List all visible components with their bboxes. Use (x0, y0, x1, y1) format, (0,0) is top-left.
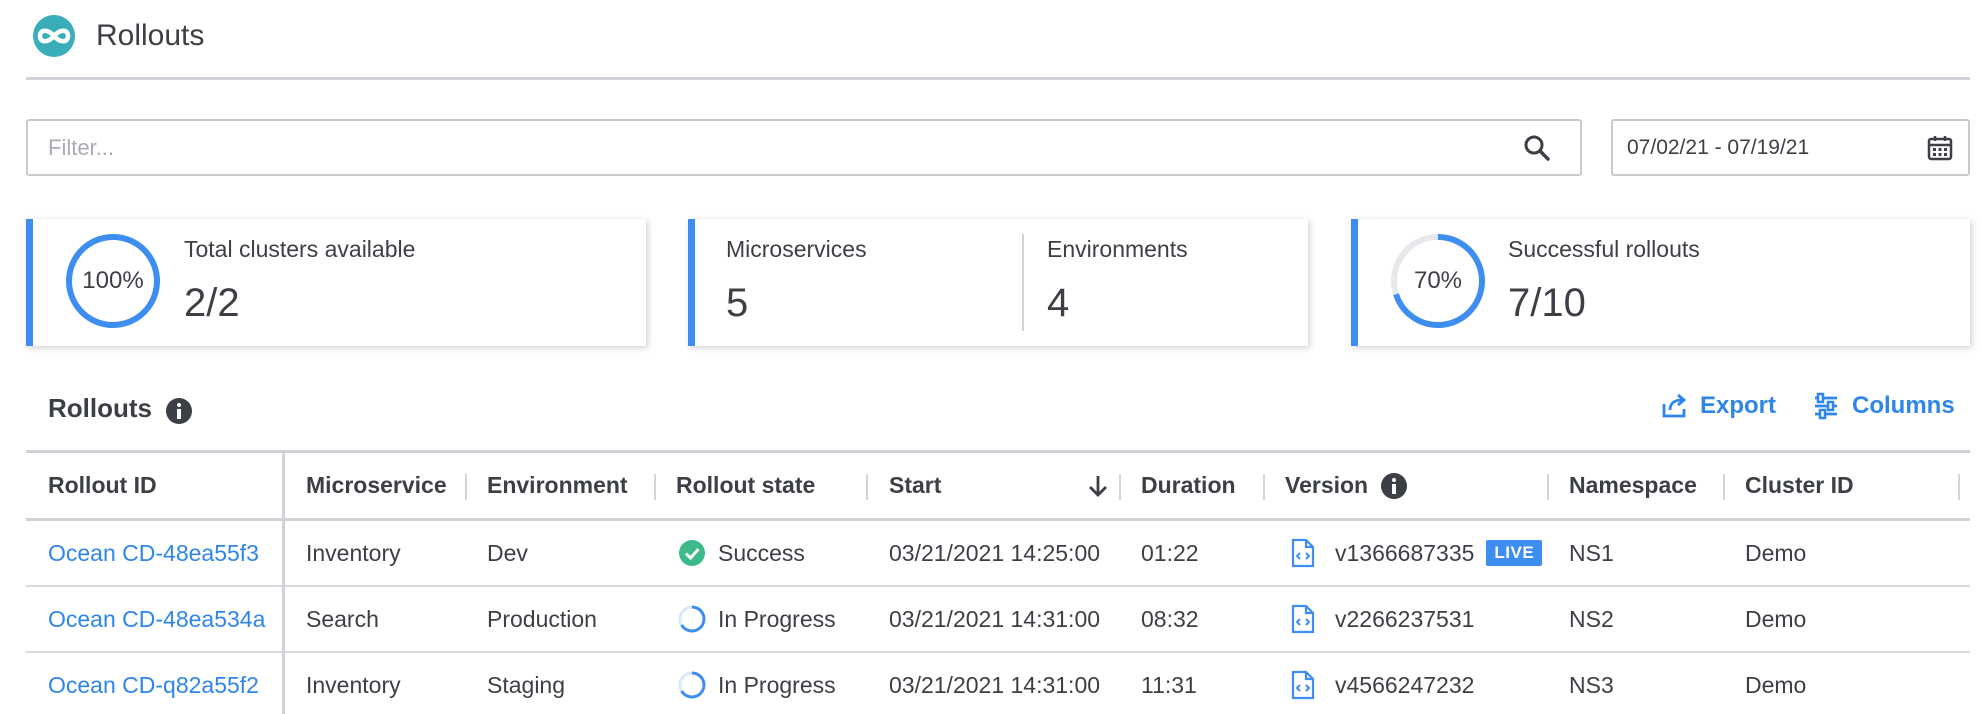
code-file-icon (1291, 538, 1315, 568)
column-separator[interactable] (1723, 474, 1725, 500)
environments-label: Environments (1047, 236, 1188, 262)
filter-box[interactable] (26, 119, 1582, 176)
table-row[interactable]: Ocean CD-48ea55f3 Inventory Dev Success … (26, 521, 1970, 587)
date-range-picker[interactable]: 07/02/21 - 07/19/21 (1611, 119, 1970, 176)
rollout-id-link[interactable]: Ocean CD-48ea55f3 (48, 521, 259, 585)
rollouts-value: 7/10 (1508, 281, 1586, 325)
duration-cell: 01:22 (1141, 539, 1199, 566)
calendar-icon[interactable] (1926, 134, 1954, 162)
microservice-cell: Search (306, 605, 379, 632)
microservices-value: 5 (726, 281, 749, 325)
columns-label: Columns (1852, 392, 1955, 419)
column-header-version-label: Version (1285, 472, 1369, 498)
rollouts-percent: 70% (1413, 267, 1463, 294)
live-badge: LIVE (1486, 540, 1543, 566)
cluster-cell: Demo (1745, 671, 1807, 698)
version-cell: v1366687335 LIVE (1291, 521, 1543, 585)
version-cell: v2266237531 (1291, 587, 1474, 651)
column-header-environment[interactable]: Environment (487, 453, 628, 518)
date-range-value[interactable]: 07/02/21 - 07/19/21 (1627, 136, 1926, 160)
rollout-state-label: In Progress (718, 671, 836, 698)
version-label: v1366687335 (1335, 539, 1475, 566)
clusters-label: Total clusters available (184, 236, 416, 262)
column-header-duration[interactable]: Duration (1141, 453, 1236, 518)
duration-cell: 08:32 (1141, 605, 1199, 632)
version-label: v2266237531 (1335, 605, 1475, 632)
sort-descending-icon[interactable] (1086, 473, 1110, 499)
cluster-cell: Demo (1745, 605, 1807, 632)
column-separator[interactable] (1263, 474, 1265, 500)
column-separator[interactable] (654, 474, 656, 500)
columns-button[interactable]: Columns (1812, 392, 1955, 420)
start-cell: 03/21/2021 14:31:00 (889, 605, 1101, 632)
column-separator[interactable] (465, 474, 467, 500)
code-file-icon (1291, 604, 1315, 634)
services-card: Microservices 5 Environments 4 (688, 219, 1308, 346)
section-title: Rollouts (48, 393, 152, 423)
column-separator[interactable] (866, 474, 868, 500)
table-row[interactable]: Ocean CD-48ea534a Search Production In P… (26, 587, 1970, 653)
environment-cell: Dev (487, 539, 528, 566)
page-title: Rollouts (96, 18, 205, 52)
cluster-cell: Demo (1745, 539, 1807, 566)
column-header-rollout-state[interactable]: Rollout state (676, 453, 815, 518)
column-header-rollout-id[interactable]: Rollout ID (48, 453, 157, 518)
version-label: v4566247232 (1335, 671, 1475, 698)
info-icon[interactable] (1380, 472, 1408, 500)
clusters-value: 2/2 (184, 281, 240, 325)
microservice-cell: Inventory (306, 671, 401, 698)
rollouts-table: Rollout ID Microservice Environment Roll… (26, 450, 1970, 714)
table-header: Rollout ID Microservice Environment Roll… (26, 453, 1970, 521)
spinner-icon (678, 671, 706, 699)
namespace-cell: NS1 (1569, 539, 1614, 566)
card-divider (1022, 234, 1024, 331)
app-header: Rollouts (26, 0, 1970, 80)
column-header-version[interactable]: Version (1285, 453, 1408, 518)
microservice-cell: Inventory (306, 539, 401, 566)
column-separator[interactable] (1119, 474, 1121, 500)
frozen-column-divider (282, 453, 285, 714)
spinner-icon (678, 605, 706, 633)
rollouts-card: 70% Successful rollouts 7/10 (1351, 219, 1970, 346)
version-cell: v4566247232 (1291, 653, 1474, 714)
clusters-percent: 100% (82, 267, 144, 294)
code-file-icon (1291, 670, 1315, 700)
rollout-state-label: In Progress (718, 605, 836, 632)
start-cell: 03/21/2021 14:31:00 (889, 671, 1101, 698)
rollout-state-cell: Success (678, 521, 805, 585)
export-label: Export (1700, 392, 1777, 419)
environments-value: 4 (1047, 281, 1070, 325)
column-separator[interactable] (1958, 474, 1960, 500)
column-separator[interactable] (1547, 474, 1549, 500)
environment-cell: Production (487, 605, 597, 632)
export-button[interactable]: Export (1660, 392, 1776, 420)
rollouts-label: Successful rollouts (1508, 236, 1700, 262)
start-cell: 03/21/2021 14:25:00 (889, 539, 1101, 566)
namespace-cell: NS3 (1569, 671, 1614, 698)
rollout-state-label: Success (718, 539, 805, 566)
info-icon[interactable] (165, 397, 193, 425)
column-header-start[interactable]: Start (889, 453, 941, 518)
logo-icon (33, 14, 75, 57)
column-header-cluster-id[interactable]: Cluster ID (1745, 453, 1854, 518)
namespace-cell: NS2 (1569, 605, 1614, 632)
environment-cell: Staging (487, 671, 566, 698)
rollout-id-link[interactable]: Ocean CD-48ea534a (48, 587, 265, 651)
search-icon[interactable] (1522, 133, 1552, 163)
filter-input[interactable] (48, 134, 1522, 161)
column-header-namespace[interactable]: Namespace (1569, 453, 1697, 518)
rollout-id-link[interactable]: Ocean CD-q82a55f2 (48, 653, 259, 714)
column-header-microservice[interactable]: Microservice (306, 453, 447, 518)
check-circle-icon (679, 540, 705, 566)
rollout-state-cell: In Progress (678, 587, 836, 651)
export-icon (1662, 393, 1687, 418)
duration-cell: 11:31 (1141, 671, 1197, 698)
sliders-icon (1815, 392, 1837, 420)
microservices-label: Microservices (726, 236, 867, 262)
clusters-card: 100% Total clusters available 2/2 (26, 219, 646, 346)
table-row[interactable]: Ocean CD-q82a55f2 Inventory Staging In P… (26, 653, 1970, 714)
rollout-state-cell: In Progress (678, 653, 836, 714)
